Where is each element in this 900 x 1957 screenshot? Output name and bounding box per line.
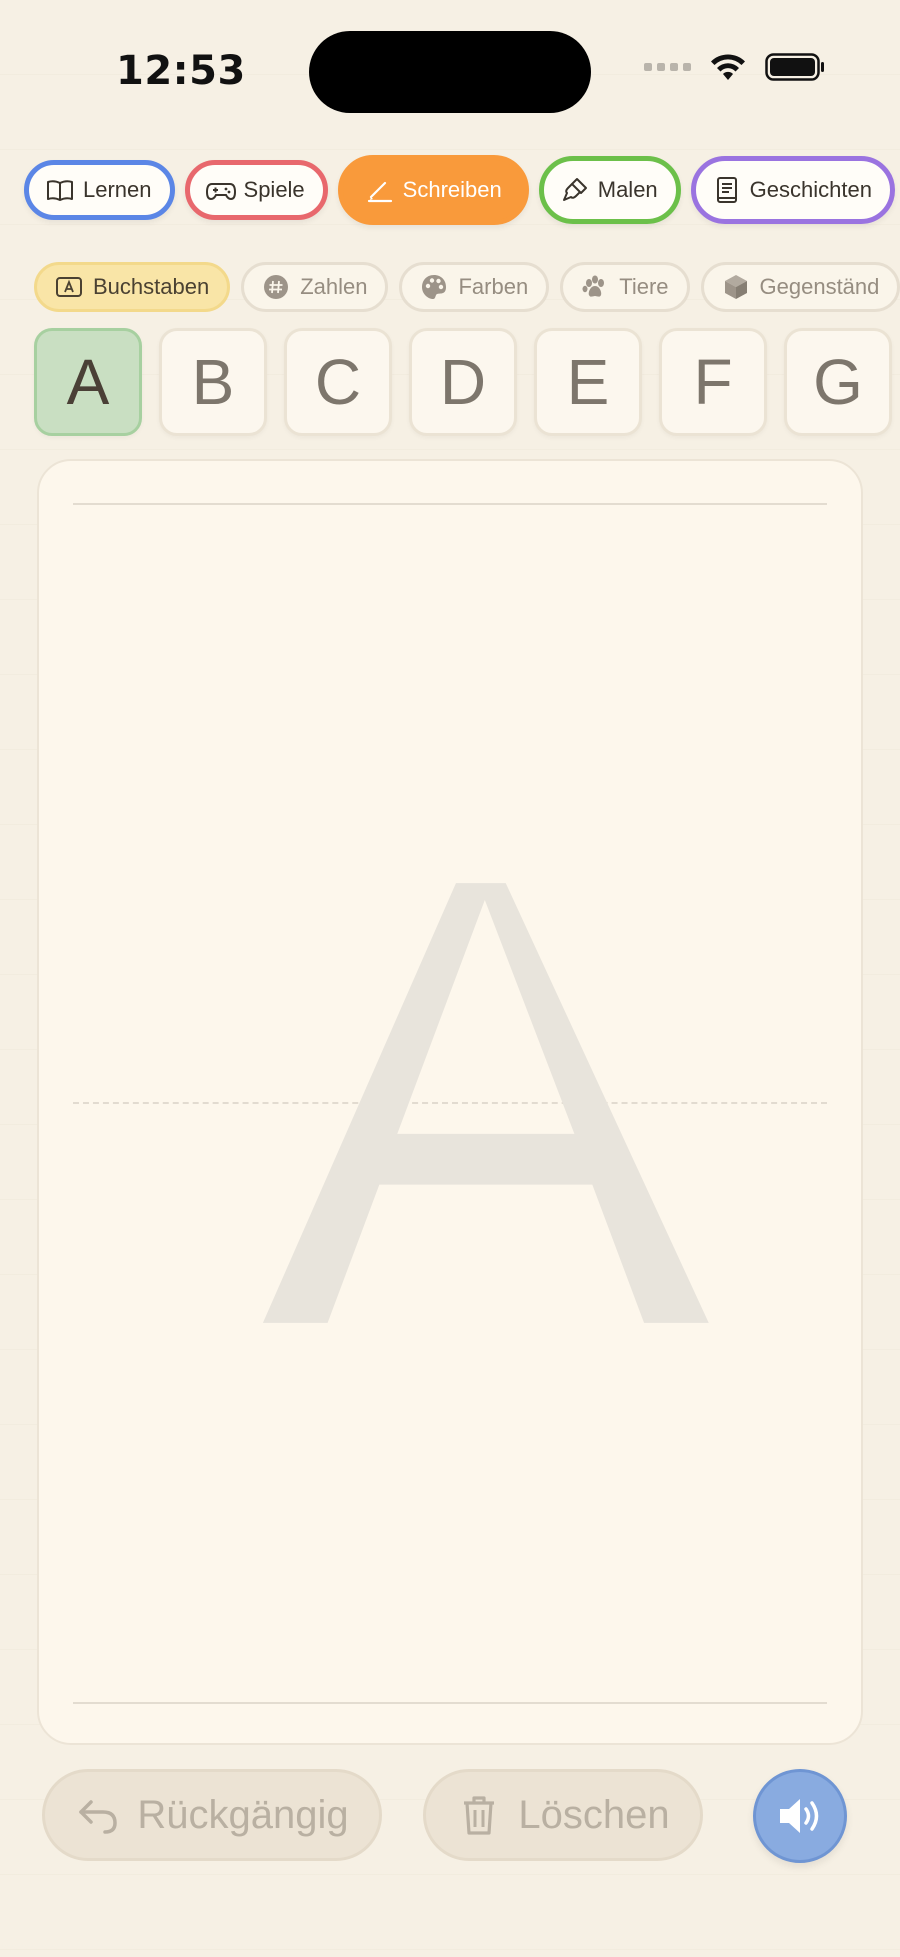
trash-icon [464,1796,495,1835]
paw-icon [582,275,605,297]
tab-schreiben[interactable]: Schreiben [337,155,529,225]
mode-tabs: Lernen Spiele Schreiben Malen Geschichte… [24,155,895,225]
pencil-icon [367,181,392,203]
clear-label: Löschen [518,1792,670,1837]
status-time: 12:53 [116,48,246,94]
undo-icon [79,1800,118,1834]
tab-malen[interactable]: Malen [538,156,681,224]
category-chips: Buchstaben Zahlen Farben Tiere Gegenstän… [34,262,900,312]
chip-label: Farben [458,274,529,299]
writing-canvas[interactable] [37,459,863,1745]
tab-label: Spiele [243,177,305,202]
sound-button[interactable] [753,1769,847,1863]
chip-tiere[interactable]: Tiere [560,262,690,312]
chip-label: Buchstaben [93,274,210,299]
tab-label: Geschichten [749,177,872,202]
brush-icon [562,178,587,201]
chip-label: Gegenständ [759,274,880,299]
storybook-icon [716,177,737,203]
tab-geschichten[interactable]: Geschichten [690,156,895,224]
tab-label: Lernen [83,177,152,202]
tab-label: Schreiben [402,177,502,202]
chip-label: Tiere [619,274,669,299]
tab-lernen[interactable]: Lernen [24,160,175,220]
letter-tile-f[interactable]: F [659,328,767,436]
clear-button[interactable]: Löschen [423,1769,703,1861]
tab-label: Malen [597,177,658,202]
letter-tile-d[interactable]: D [409,328,517,436]
status-icons [644,52,825,82]
cellular-signal-icon [644,63,691,71]
guide-letter-trace [262,883,709,1323]
letter-a-icon [56,277,82,297]
cube-icon [724,275,747,299]
letter-tile-a[interactable]: A [34,328,142,436]
letter-tile-b[interactable]: B [159,328,267,436]
chip-label: Zahlen [300,274,368,299]
gamepad-icon [205,183,236,201]
chip-gegenstaende[interactable]: Gegenständ [700,262,900,312]
speaker-icon [780,1799,819,1833]
undo-button[interactable]: Rückgängig [42,1769,382,1861]
chip-farben[interactable]: Farben [399,262,550,312]
chip-zahlen[interactable]: Zahlen [241,262,389,312]
dynamic-island [309,31,591,113]
status-bar: 12:53 [0,0,900,145]
battery-icon [765,53,824,81]
letter-selector: A B C D E F G [34,328,892,436]
palette-icon [422,275,447,299]
letter-tile-g[interactable]: G [784,328,892,436]
chip-buchstaben[interactable]: Buchstaben [34,262,231,312]
letter-tile-c[interactable]: C [284,328,392,436]
hash-icon [264,275,289,299]
wifi-icon [711,54,745,80]
book-icon [47,180,73,201]
tab-spiele[interactable]: Spiele [184,160,328,220]
letter-tile-e[interactable]: E [534,328,642,436]
undo-label: Rückgängig [137,1792,349,1837]
